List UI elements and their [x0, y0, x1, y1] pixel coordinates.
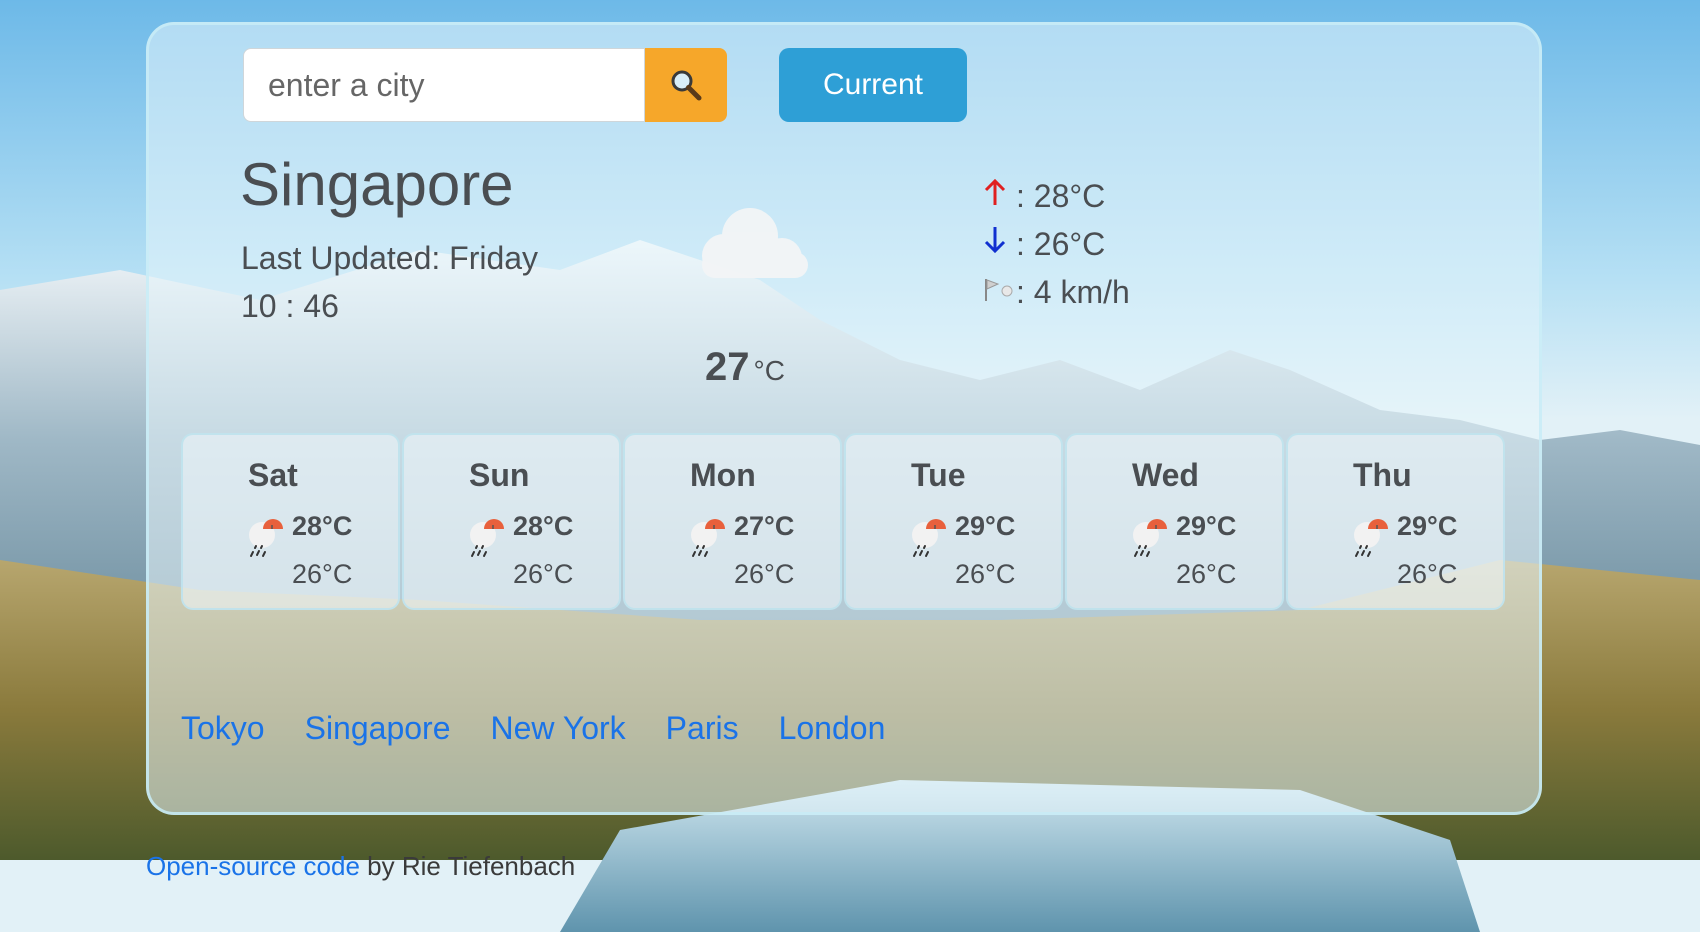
footer: Open-source code by Rie Tiefenbach [146, 851, 575, 882]
rain-icon [470, 519, 504, 557]
current-temperature: 27 °C [705, 345, 785, 390]
magnifier-icon [671, 70, 702, 101]
wind-speed: : 4 km/h [1016, 273, 1130, 310]
forecast-day: Wed 29°C 26°C [1065, 433, 1284, 610]
city-name: Singapore [240, 151, 514, 218]
rain-icon [1354, 519, 1388, 557]
rain-icon [249, 519, 283, 557]
forecast-day-name: Sat [248, 457, 298, 493]
forecast-day: Sat 28°C 26°C [181, 433, 400, 610]
wind-icon [982, 274, 1016, 311]
current-temp-value: 27 [705, 345, 750, 389]
last-updated-time: 10 : 46 [241, 288, 339, 324]
rain-icon [912, 519, 946, 557]
search-form [243, 48, 727, 122]
cloud-icon [702, 208, 808, 278]
forecast-high: 29°C [955, 511, 1016, 541]
city-link-london[interactable]: London [779, 710, 886, 747]
city-link-singapore[interactable]: Singapore [305, 710, 451, 747]
city-search-input[interactable] [243, 48, 645, 122]
forecast-day: Mon 27°C 26°C [623, 433, 842, 610]
forecast-low: 26°C [1397, 559, 1458, 589]
source-code-link[interactable]: Open-source code [146, 851, 360, 881]
rain-icon [1133, 519, 1167, 557]
forecast-day: Thu 29°C 26°C [1286, 433, 1505, 610]
forecast-day-name: Mon [690, 457, 756, 493]
forecast-low: 26°C [955, 559, 1016, 589]
forecast-high: 29°C [1176, 511, 1237, 541]
current-location-button[interactable]: Current [779, 48, 967, 122]
forecast-high: 28°C [513, 511, 574, 541]
weather-stats: : 28°C : 26°C : 4 km/h [982, 172, 1130, 316]
forecast-day-name: Sun [469, 457, 530, 493]
forecast-day-name: Tue [911, 457, 966, 493]
search-button[interactable] [645, 48, 727, 122]
city-link-paris[interactable]: Paris [666, 710, 739, 747]
forecast-day: Tue 29°C 26°C [844, 433, 1063, 610]
min-temp: : 26°C [1016, 225, 1106, 262]
max-temp-row: : 28°C [982, 172, 1130, 220]
min-temp-row: : 26°C [982, 220, 1130, 268]
wind-row: : 4 km/h [982, 268, 1130, 316]
arrow-up-icon [982, 177, 1016, 215]
weather-card [146, 22, 1542, 815]
current-temp-unit: °C [753, 355, 785, 386]
footer-author: by Rie Tiefenbach [359, 851, 576, 881]
forecast-row: Sat 28°C 26°C Sun 28°C 26°C Mon 27°C 26°… [181, 433, 1505, 610]
forecast-day-name: Wed [1132, 457, 1199, 493]
forecast-high: 28°C [292, 511, 353, 541]
forecast-day: Sun 28°C 26°C [402, 433, 621, 610]
arrow-down-icon [982, 225, 1016, 263]
last-updated: Last Updated: Friday 10 : 46 [241, 234, 538, 330]
forecast-low: 26°C [734, 559, 795, 589]
city-link-tokyo[interactable]: Tokyo [181, 710, 265, 747]
max-temp: : 28°C [1016, 177, 1106, 214]
forecast-day-name: Thu [1353, 457, 1412, 493]
forecast-high: 27°C [734, 511, 795, 541]
forecast-high: 29°C [1397, 511, 1458, 541]
rain-icon [691, 519, 725, 557]
forecast-low: 26°C [513, 559, 574, 589]
forecast-low: 26°C [292, 559, 353, 589]
last-updated-day: Last Updated: Friday [241, 240, 539, 276]
forecast-low: 26°C [1176, 559, 1237, 589]
city-links: Tokyo Singapore New York Paris London [181, 710, 885, 747]
city-link-new-york[interactable]: New York [490, 710, 625, 747]
